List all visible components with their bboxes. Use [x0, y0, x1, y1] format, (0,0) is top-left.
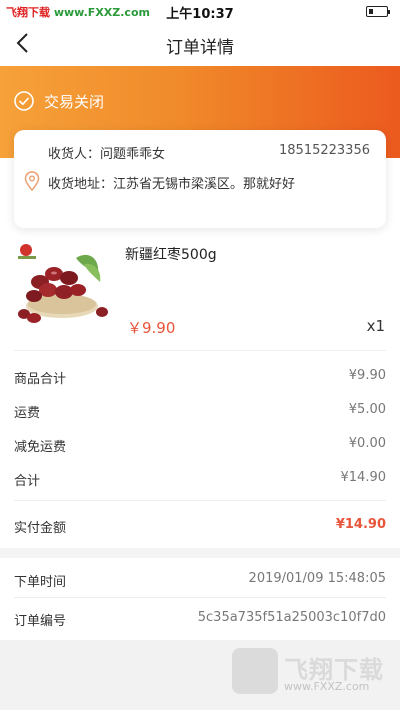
order-time-value: 2019/01/09 15:48:05: [248, 571, 386, 586]
product-name: 新疆红枣500g: [125, 247, 217, 263]
watermark-url: www.FXXZ.com: [284, 680, 370, 693]
divider: [14, 597, 386, 598]
summary-label: 运费: [14, 406, 41, 421]
summary-row-paid: 实付金额 ¥14.90: [14, 517, 386, 537]
divider: [14, 350, 386, 351]
summary-label: 减免运费: [14, 440, 67, 455]
order-time-label: 下单时间: [14, 575, 67, 590]
battery-icon: [366, 6, 390, 17]
product-price: ￥9.90: [127, 319, 176, 337]
summary-value: ¥0.00: [348, 436, 386, 451]
product-image[interactable]: [14, 240, 112, 326]
summary-value: ¥14.90: [340, 470, 387, 485]
summary-row-shipping-discount: 减免运费 ¥0.00: [14, 436, 386, 456]
order-number-row[interactable]: 订单编号 5c35a735f51a25003c10f7d0: [14, 610, 386, 630]
paid-label: 实付金额: [14, 521, 67, 536]
summary-value: ¥9.90: [348, 368, 386, 383]
page-title: 订单详情: [166, 38, 234, 58]
address-card[interactable]: 收货人：问题乖乖女 18515223356 收货地址：江苏省无锡市梁溪区。那就好…: [14, 130, 386, 228]
order-number-value: 5c35a735f51a25003c10f7d0: [197, 610, 386, 625]
receiver-phone: 18515223356: [279, 143, 370, 158]
status-time: 上午10:37: [166, 7, 234, 22]
watermark-logo-icon: [232, 648, 278, 694]
summary-label: 合计: [14, 474, 41, 489]
watermark: 飞翔下载 www.FXXZ.com: [232, 648, 388, 702]
summary-row-total: 合计 ¥14.90: [14, 470, 386, 490]
location-pin-icon: [24, 171, 40, 192]
shipping-address: 收货地址：江苏省无锡市梁溪区。那就好好: [48, 177, 296, 192]
order-number-label: 订单编号: [14, 614, 67, 629]
red-dates-image: [14, 240, 112, 326]
nav-bar: 订单详情: [0, 22, 400, 66]
summary-value: ¥5.00: [348, 402, 386, 417]
order-status-text: 交易关闭: [44, 93, 105, 111]
status-bar: 飞翔下载 www.FXXZ.com 上午10:37: [0, 0, 400, 22]
receiver-name: 收货人：问题乖乖女: [48, 147, 166, 162]
summary-row-shipping: 运费 ¥5.00: [14, 402, 386, 422]
summary-row-subtotal: 商品合计 ¥9.90: [14, 368, 386, 388]
summary-label: 商品合计: [14, 372, 67, 387]
product-quantity: x1: [366, 317, 385, 335]
divider: [14, 500, 386, 501]
order-time-row: 下单时间 2019/01/09 15:48:05: [14, 571, 386, 591]
paid-amount: ¥14.90: [335, 517, 386, 532]
section-gap: [0, 548, 400, 558]
check-circle-icon: [14, 91, 34, 111]
